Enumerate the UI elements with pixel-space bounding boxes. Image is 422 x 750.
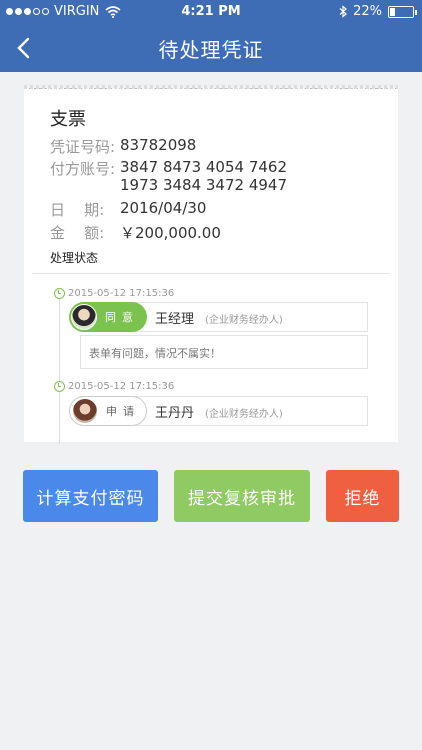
amount-row: 金 额: ￥200,000.00: [50, 222, 221, 243]
date-value: 2016/04/30: [120, 199, 207, 217]
voucher-card: 支票 凭证号码: 83782098 付方账号: 3847 8473 4054 7…: [24, 85, 398, 444]
approver-role: (企业财务经办人): [205, 315, 283, 326]
status-bar: VIRGIN 4:21 PM 22%: [0, 0, 422, 24]
voucher-type: 支票: [50, 109, 86, 130]
nav-bar: 待处理凭证: [0, 28, 422, 68]
bluetooth-icon: [339, 5, 348, 18]
approve-badge-label: 同意: [105, 311, 139, 324]
payer-account-label: 付方账号:: [50, 160, 116, 178]
apply-badge-label: 申请: [106, 405, 140, 418]
battery-percent: 22%: [353, 4, 382, 19]
page-title: 待处理凭证: [158, 38, 264, 62]
amount-value: ￥200,000.00: [120, 224, 221, 242]
approval-comment: 表单有问题，情况不属实！: [80, 335, 368, 369]
payer-account-line1: 3847 8473 4054 7462: [120, 158, 287, 176]
payer-account-row: 付方账号: 3847 8473 4054 7462 1973 3484 3472…: [50, 158, 287, 194]
date-row: 日 期: 2016/04/30: [50, 199, 206, 220]
voucher-number-label: 凭证号码:: [50, 138, 116, 156]
timeline-line: [59, 294, 60, 444]
avatar: [71, 304, 97, 330]
payer-account-line2: 1973 3484 3472 4947: [120, 176, 287, 194]
clock-icon: [54, 288, 65, 299]
applicant-role: (企业财务经办人): [205, 409, 283, 420]
voucher-number-value: 83782098: [120, 136, 197, 154]
calc-password-button[interactable]: 计算支付密码: [23, 470, 158, 522]
timeline-timestamp: 2015-05-12 17:15:36: [68, 381, 175, 392]
timeline-entry-approve: 同意 王经理 (企业财务经办人): [69, 302, 368, 332]
voucher-body: 支票 凭证号码: 83782098 付方账号: 3847 8473 4054 7…: [32, 89, 390, 444]
approve-badge: 同意: [69, 302, 147, 332]
action-bar: 计算支付密码 提交复核审批 拒绝: [0, 470, 422, 522]
approver-name: 王经理: [155, 312, 195, 327]
timeline-entry-apply: 申请 王丹丹 (企业财务经办人): [69, 396, 368, 426]
avatar: [72, 398, 98, 424]
divider: [32, 273, 390, 274]
date-label: 日 期:: [50, 201, 105, 219]
status-heading: 处理状态: [50, 251, 99, 265]
apply-badge: 申请: [69, 396, 147, 426]
battery-icon: [388, 5, 417, 18]
status-right: 22%: [339, 4, 417, 19]
amount-label: 金 额:: [50, 224, 105, 242]
reject-button[interactable]: 拒绝: [326, 470, 399, 522]
applicant-name: 王丹丹: [155, 406, 195, 421]
clock-icon: [54, 381, 65, 392]
timeline-timestamp: 2015-05-12 17:15:36: [68, 288, 175, 299]
voucher-number-row: 凭证号码: 83782098: [50, 136, 196, 157]
app-header: VIRGIN 4:21 PM 22% 待处理凭证: [0, 0, 422, 72]
submit-review-button[interactable]: 提交复核审批: [174, 470, 310, 522]
